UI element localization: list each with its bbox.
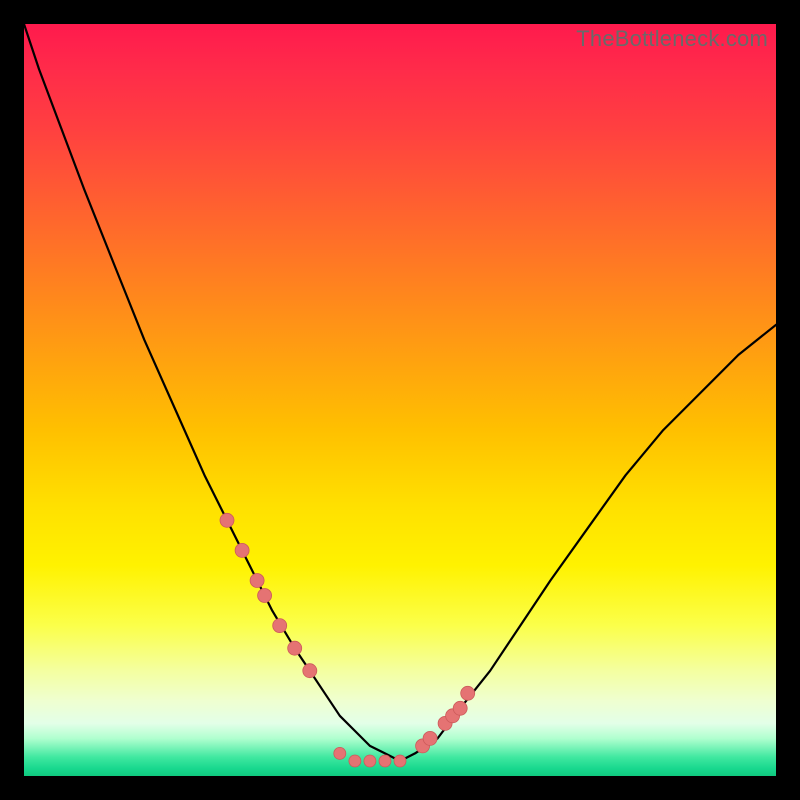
- curve-marker: [334, 747, 346, 759]
- curve-marker: [235, 543, 249, 557]
- plot-area: TheBottleneck.com: [24, 24, 776, 776]
- curve-marker: [364, 755, 376, 767]
- curve-marker: [461, 686, 475, 700]
- curve-marker: [258, 589, 272, 603]
- curve-marker: [379, 755, 391, 767]
- curve-marker: [349, 755, 361, 767]
- curve-marker: [394, 755, 406, 767]
- curve-marker: [288, 641, 302, 655]
- curve-marker: [303, 664, 317, 678]
- curve-marker: [250, 574, 264, 588]
- curve-marker: [220, 513, 234, 527]
- curve-marker: [453, 701, 467, 715]
- curve-markers-bottom: [334, 747, 406, 767]
- chart-frame: TheBottleneck.com: [0, 0, 800, 800]
- curve-markers-left: [220, 513, 317, 677]
- bottleneck-curve: [24, 24, 776, 761]
- curve-marker: [423, 731, 437, 745]
- curve-marker: [273, 619, 287, 633]
- curve-markers-right: [416, 686, 475, 753]
- chart-svg: [24, 24, 776, 776]
